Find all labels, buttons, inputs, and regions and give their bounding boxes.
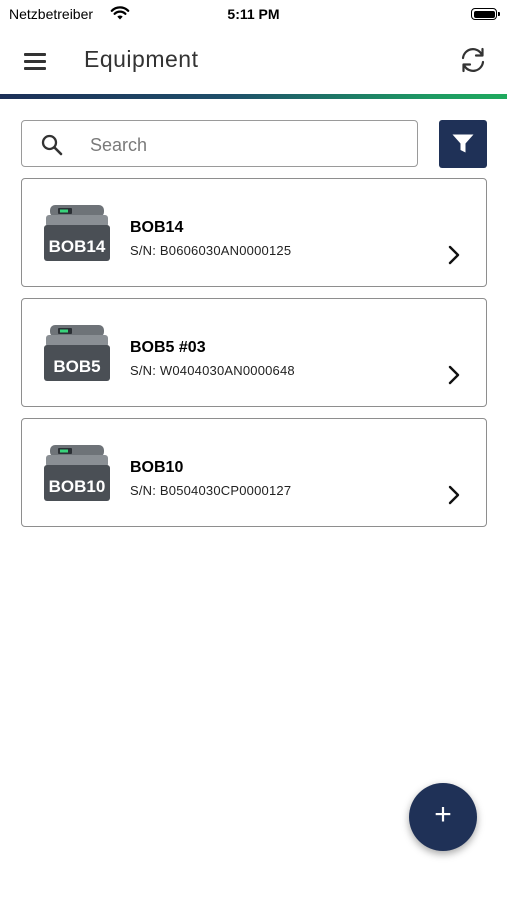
- device-icon: BOB10: [44, 445, 110, 501]
- page-title: Equipment: [84, 46, 199, 72]
- search-box[interactable]: [21, 120, 418, 167]
- sync-icon[interactable]: [457, 44, 489, 76]
- equipment-serial: S/N: B0606030AN0000125: [130, 243, 292, 258]
- equipment-card-bob14[interactable]: BOB14 BOB14 S/N: B0606030AN0000125: [21, 178, 487, 287]
- app-bar: Equipment: [0, 28, 507, 94]
- chevron-right-icon: [448, 485, 460, 505]
- battery-icon: [471, 8, 500, 20]
- plus-icon: +: [434, 798, 452, 831]
- menu-icon[interactable]: [20, 46, 50, 76]
- search-input[interactable]: [88, 129, 402, 161]
- device-icon: BOB5: [44, 325, 110, 381]
- header-accent-bar: [0, 94, 507, 99]
- equipment-name: BOB10: [130, 459, 184, 476]
- chevron-right-icon: [448, 365, 460, 385]
- filter-icon: [452, 134, 474, 153]
- equipment-name: BOB5 #03: [130, 339, 206, 356]
- equipment-card-bob10[interactable]: BOB10 BOB10 S/N: B0504030CP0000127: [21, 418, 487, 527]
- device-icon: BOB14: [44, 205, 110, 261]
- chevron-right-icon: [448, 245, 460, 265]
- equipment-name: BOB14: [130, 219, 184, 236]
- equipment-serial: S/N: B0504030CP0000127: [130, 483, 292, 498]
- device-label: BOB10: [49, 477, 106, 496]
- status-time: 5:11 PM: [227, 6, 280, 22]
- device-label: BOB5: [53, 357, 100, 376]
- status-bar: Netzbetreiber 5:11 PM: [0, 0, 507, 28]
- equipment-card-bob5[interactable]: BOB5 BOB5 #03 S/N: W0404030AN0000648: [21, 298, 487, 407]
- search-icon: [41, 134, 63, 156]
- device-label: BOB14: [49, 237, 106, 256]
- add-equipment-button[interactable]: +: [409, 783, 477, 851]
- equipment-serial: S/N: W0404030AN0000648: [130, 363, 295, 378]
- filter-button[interactable]: [439, 120, 487, 168]
